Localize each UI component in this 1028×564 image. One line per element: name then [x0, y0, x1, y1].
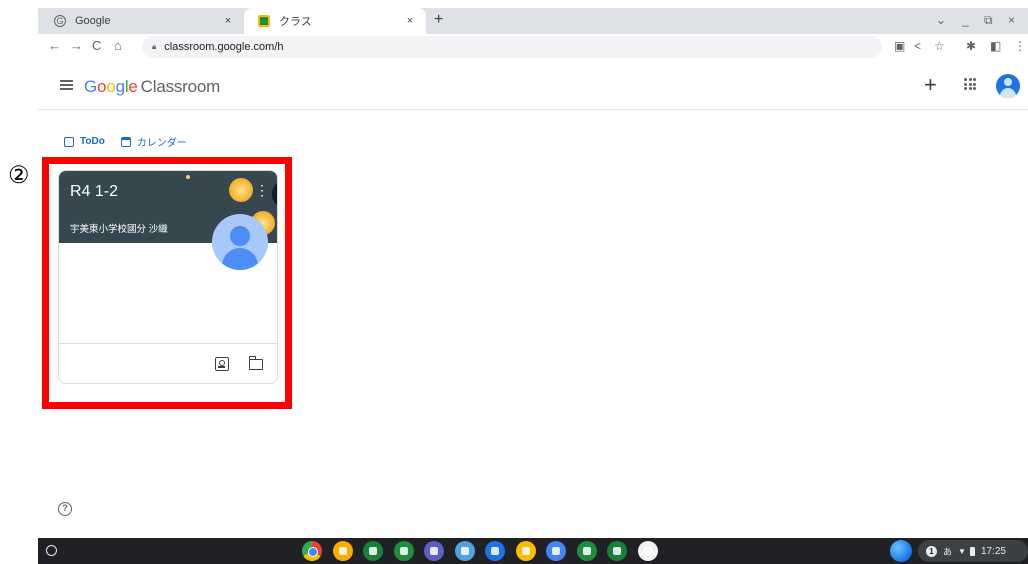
student-work-icon[interactable]: [215, 357, 229, 371]
class-owner[interactable]: 宇美東小学校國分 沙織: [70, 221, 168, 235]
bookmark-star-icon[interactable]: ☆: [934, 39, 945, 53]
todo-label: ToDo: [80, 136, 105, 147]
app-grid-app-icon[interactable]: [637, 541, 658, 561]
address-bar[interactable]: 🔒︎ classroom.google.com/h: [142, 36, 882, 58]
sun-decoration-icon: [229, 178, 253, 202]
chromeos-shelf: 1 あ ▼ 17:25: [38, 538, 1028, 564]
classroom-app-icon[interactable]: [607, 541, 627, 561]
browser-tab-strip: G Google × クラス × + ⌄ _ ⧉ ×: [38, 8, 1028, 34]
battery-icon: [969, 546, 975, 556]
classroom-favicon-icon: [258, 15, 270, 27]
lock-icon[interactable]: 🔒︎: [152, 42, 156, 52]
create-class-button[interactable]: +: [924, 72, 937, 98]
google-apps-icon[interactable]: [964, 78, 976, 90]
home-icon[interactable]: ⌂: [114, 38, 122, 53]
side-panel-icon[interactable]: ◧: [990, 39, 1001, 53]
launcher-icon[interactable]: [46, 545, 57, 556]
app-character-app-icon[interactable]: [454, 541, 475, 561]
extensions-icon[interactable]: ✱: [966, 39, 976, 53]
chrome-app-icon[interactable]: [302, 541, 322, 561]
share-icon[interactable]: <: [914, 39, 921, 53]
star-decoration: [186, 175, 190, 179]
hamburger-menu-icon[interactable]: [60, 80, 73, 90]
class-title[interactable]: R4 1-2: [70, 183, 118, 201]
more-options-icon[interactable]: ⋮: [255, 183, 269, 197]
app-green-text-app-icon[interactable]: [363, 541, 383, 561]
new-tab-button[interactable]: +: [434, 11, 443, 29]
status-tray[interactable]: 1 あ ▼ 17:25: [918, 540, 1028, 562]
docs-app-icon[interactable]: [546, 541, 566, 561]
folder-icon[interactable]: [248, 356, 263, 370]
app-orange-app-icon[interactable]: [332, 541, 353, 561]
google-classroom-logo[interactable]: Google Classroom: [84, 77, 220, 97]
subnav: ToDo カレンダー: [64, 134, 203, 149]
wifi-icon: ▼: [958, 546, 966, 556]
menu-icon[interactable]: ⋮: [1014, 39, 1026, 53]
product-name: Classroom: [140, 77, 221, 96]
annotation-marker: ②: [8, 161, 30, 189]
account-avatar[interactable]: [996, 74, 1020, 98]
app-header: Google Classroom +: [38, 64, 1028, 110]
class-card-footer: [59, 343, 277, 383]
tab-title: Google: [75, 15, 111, 27]
class-card[interactable]: R4 1-2 宇美東小学校國分 沙織 ⋮: [58, 170, 278, 384]
logo-letter: G: [84, 77, 98, 96]
calendar-link[interactable]: カレンダー: [120, 134, 187, 149]
moon-decoration-icon: [272, 183, 277, 205]
google-favicon-icon: G: [54, 15, 66, 27]
todo-icon: [64, 136, 74, 147]
notification-badge[interactable]: 1: [926, 545, 937, 557]
teams-app-icon[interactable]: [424, 541, 444, 561]
todo-link[interactable]: ToDo: [64, 136, 105, 147]
tab-classroom[interactable]: クラス ×: [244, 8, 426, 34]
app-green-music-app-icon[interactable]: [393, 541, 414, 561]
meet-app-icon[interactable]: [485, 541, 505, 561]
sheets-app-icon[interactable]: [576, 541, 597, 561]
slides-app-icon[interactable]: [515, 541, 536, 561]
calendar-label: カレンダー: [136, 138, 187, 149]
restore-button[interactable]: ⧉: [984, 13, 993, 28]
shelf-apps: [302, 541, 668, 561]
browser-toolbar: ← → C ⌂ 🔒︎ classroom.google.com/h ▣ < ☆ …: [38, 34, 1028, 60]
calendar-icon: [120, 136, 131, 147]
logo-letter: e: [128, 77, 138, 96]
help-icon[interactable]: ?: [58, 502, 72, 516]
status-indicator-icon[interactable]: [890, 540, 912, 562]
clock: 17:25: [980, 545, 1006, 557]
close-tab-icon[interactable]: ×: [400, 15, 420, 27]
tab-search-icon[interactable]: ⌄: [936, 13, 946, 27]
logo-letter: g: [115, 77, 125, 96]
logo-letter: o: [97, 77, 107, 96]
reload-icon[interactable]: C: [92, 38, 101, 53]
translate-icon[interactable]: ▣: [894, 39, 905, 53]
forward-icon[interactable]: →: [70, 38, 83, 53]
minimize-button[interactable]: _: [962, 13, 969, 27]
logo-letter: o: [106, 77, 116, 96]
back-icon[interactable]: ←: [48, 38, 61, 53]
tab-google[interactable]: G Google ×: [38, 8, 244, 34]
ime-indicator[interactable]: あ: [943, 545, 952, 558]
owner-avatar: [212, 214, 268, 270]
tab-title: クラス: [279, 16, 312, 28]
close-tab-icon[interactable]: ×: [218, 15, 238, 27]
url-text: classroom.google.com/h: [164, 41, 284, 53]
close-window-button[interactable]: ×: [1008, 13, 1015, 27]
